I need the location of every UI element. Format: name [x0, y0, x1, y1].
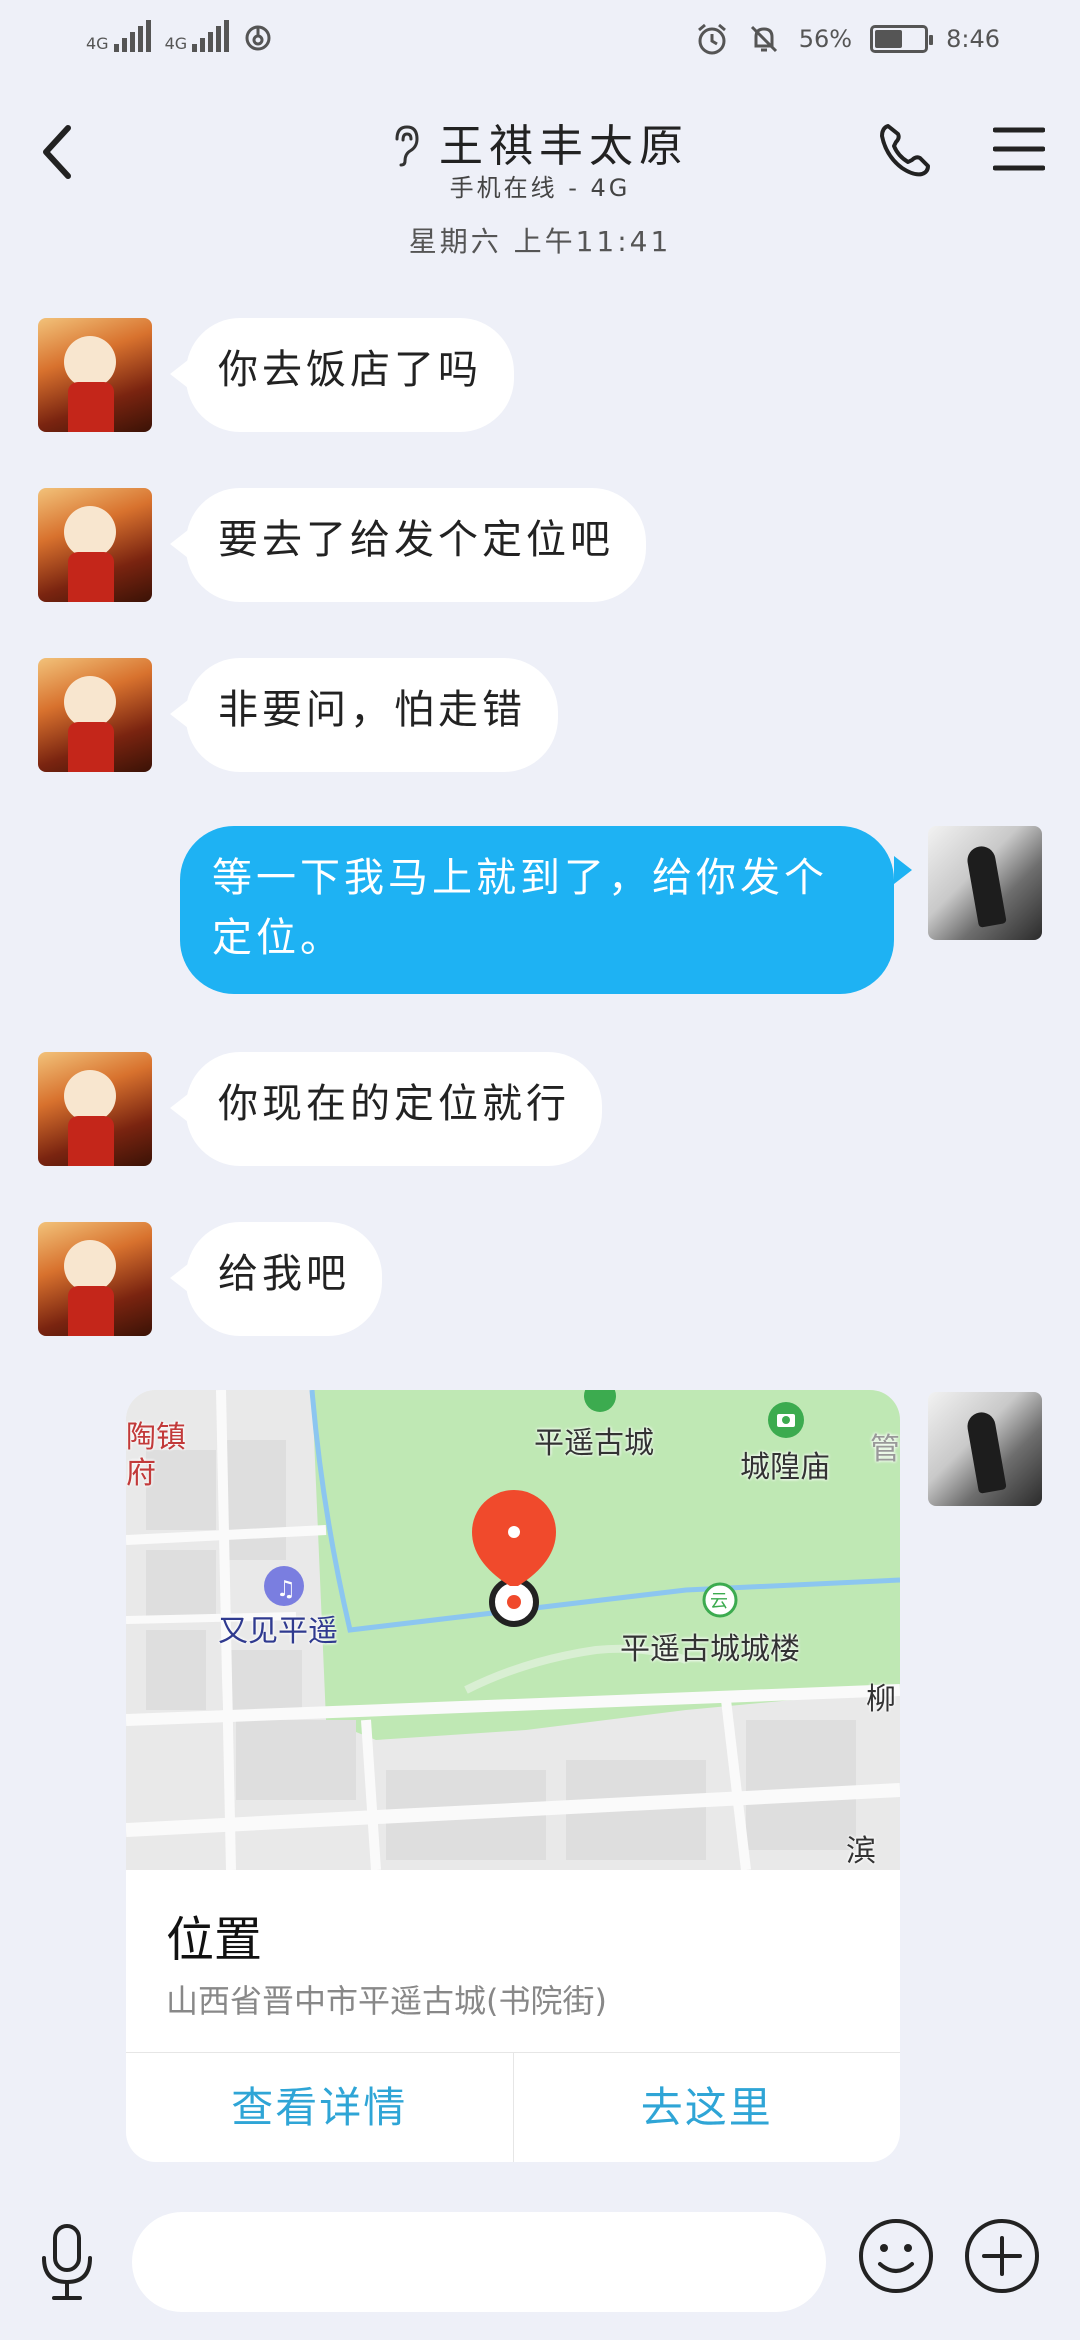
battery-icon — [870, 25, 934, 53]
sim2-network-label: 4G — [164, 34, 188, 53]
status-bar: 4G 4G 56% 8:46 — [0, 0, 1080, 80]
contact-avatar[interactable] — [38, 658, 152, 772]
contact-name: 王祺丰太原 — [439, 121, 689, 172]
battery-percent: 56% — [798, 25, 853, 53]
map-label-taozhen: 陶镇府 — [126, 1420, 186, 1491]
input-bar — [0, 2190, 1080, 2340]
location-title: 位置 — [166, 1912, 263, 1968]
my-avatar[interactable] — [928, 826, 1042, 940]
message-bubble-incoming[interactable]: 给我吧 — [186, 1222, 382, 1336]
phone-call-icon[interactable] — [876, 120, 936, 180]
status-time: 8:46 — [946, 25, 1000, 53]
map-label-ancient-city: 平遥古城 — [534, 1426, 654, 1461]
bubble-tail — [894, 856, 912, 884]
location-address: 山西省晋中市平遥古城(书院街) — [166, 1982, 607, 2020]
signal-sim1-icon: 4G — [86, 20, 151, 52]
map-label-youjian: 又见平遥 — [218, 1614, 338, 1649]
alarm-icon — [697, 23, 726, 55]
chat-header: 王祺丰太原 手机在线 - 4G 星期六 上午11:41 — [0, 80, 1080, 270]
mute-bell-icon — [750, 25, 777, 53]
message-bubble-incoming[interactable]: 非要问，怕走错 — [186, 658, 558, 772]
navigate-here-button[interactable]: 去这里 — [514, 2053, 901, 2162]
contact-avatar[interactable] — [38, 318, 152, 432]
emoji-icon[interactable] — [856, 2216, 936, 2296]
signal-sim2-icon: 4G — [165, 20, 230, 52]
data-saver-icon — [245, 25, 271, 51]
plus-icon[interactable] — [962, 2216, 1042, 2296]
message-bubble-incoming[interactable]: 你去饭店了吗 — [186, 318, 514, 432]
svg-text:♫: ♫ — [276, 1577, 296, 1602]
map-label-gate-tower: 平遥古城城楼 — [620, 1632, 800, 1667]
contact-avatar[interactable] — [38, 1222, 152, 1336]
location-map[interactable]: ♫ 云 陶镇府 平遥古城 城隍庙 又见平遥 平遥古城城楼 柳 滨 管 — [126, 1390, 900, 1870]
microphone-icon[interactable] — [36, 2222, 98, 2304]
contact-avatar[interactable] — [38, 488, 152, 602]
view-details-button[interactable]: 查看详情 — [126, 2053, 514, 2162]
menu-icon[interactable] — [993, 126, 1045, 172]
sim1-network-label: 4G — [86, 34, 109, 53]
map-label-liu: 柳 — [866, 1682, 896, 1717]
location-card[interactable]: ♫ 云 陶镇府 平遥古城 城隍庙 又见平遥 平遥古城城楼 柳 滨 管 位置 山西… — [126, 1390, 900, 2162]
message-timestamp: 星期六 上午11:41 — [408, 225, 672, 258]
message-bubble-outgoing[interactable]: 等一下我马上就到了，给你发个定位。 — [180, 826, 894, 994]
message-bubble-incoming[interactable]: 要去了给发个定位吧 — [186, 488, 646, 602]
contact-avatar[interactable] — [38, 1052, 152, 1166]
location-actions: 查看详情 去这里 — [126, 2052, 900, 2162]
map-label-edge: 管 — [870, 1432, 900, 1467]
map-label-bin: 滨 — [846, 1834, 876, 1869]
message-input[interactable] — [132, 2212, 826, 2312]
svg-text:云: 云 — [710, 1591, 728, 1612]
my-avatar[interactable] — [928, 1392, 1042, 1506]
earpiece-mode-icon — [395, 125, 419, 167]
map-label-temple: 城隍庙 — [740, 1450, 830, 1485]
message-bubble-incoming[interactable]: 你现在的定位就行 — [186, 1052, 602, 1166]
